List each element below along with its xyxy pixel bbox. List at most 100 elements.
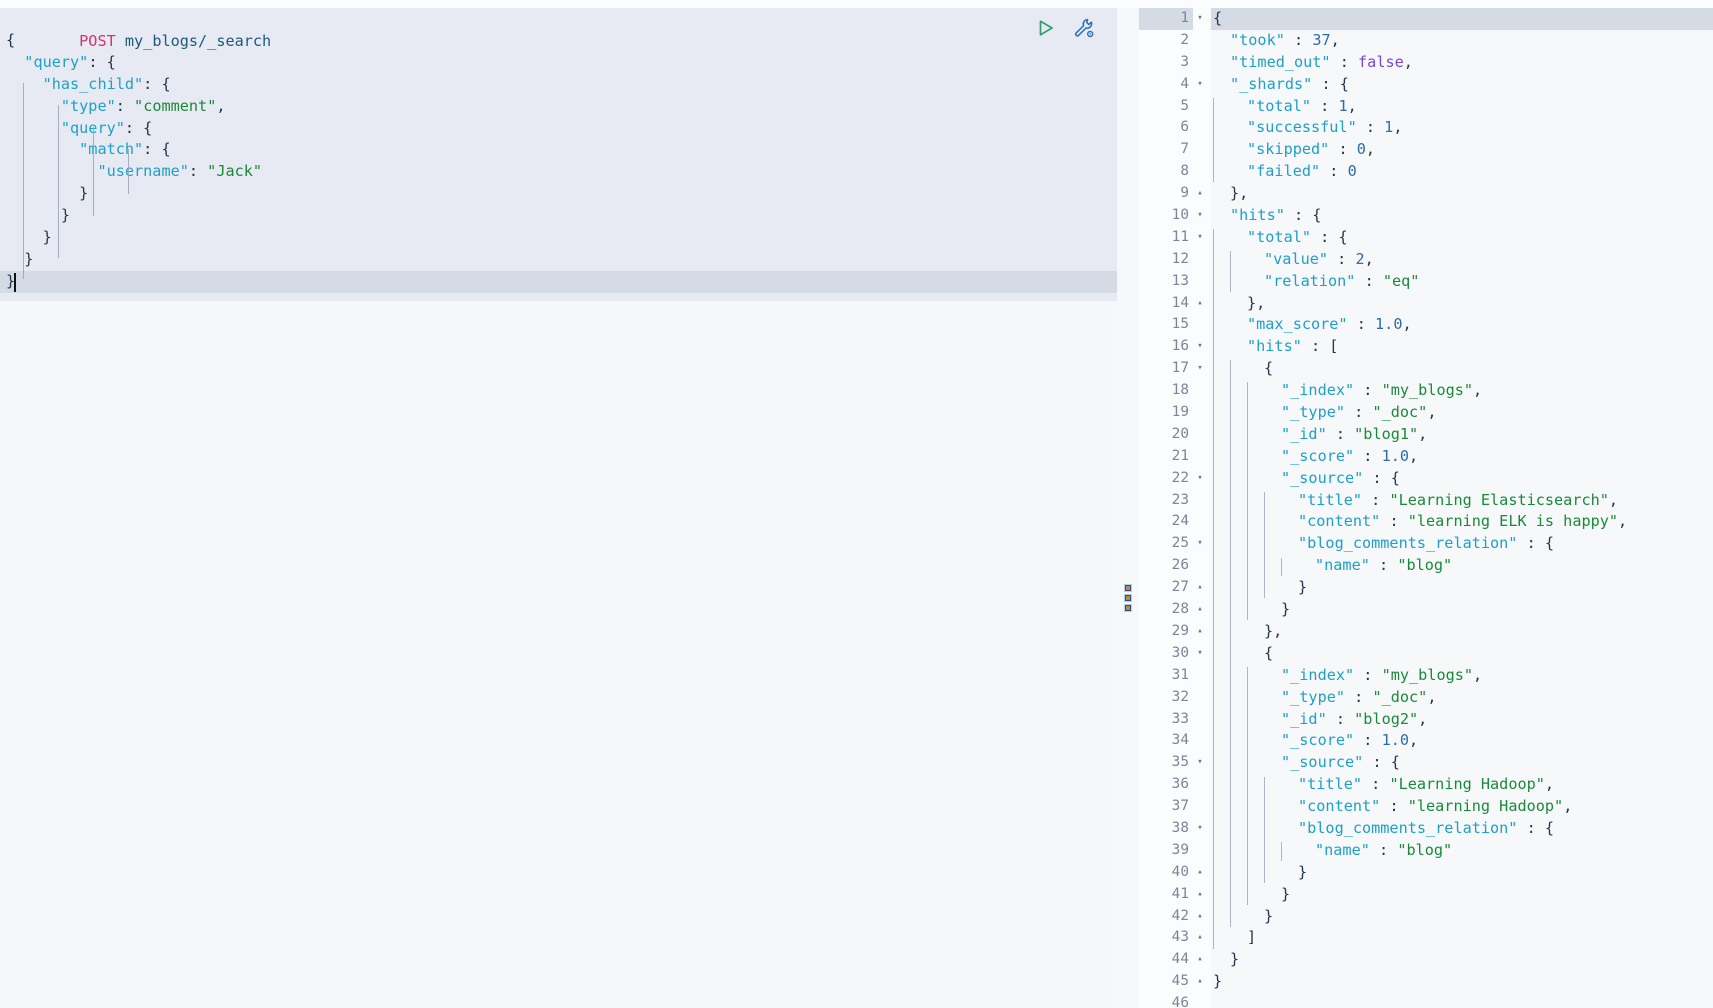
fold-close-icon[interactable]: ▴: [1194, 884, 1206, 906]
fold-close-icon[interactable]: ▴: [1194, 577, 1206, 599]
request-pane: POST my_blogs/_search { "query": { "has_…: [0, 8, 1117, 1008]
response-line[interactable]: 20 "_id" : "blog1",: [1139, 423, 1713, 446]
response-line[interactable]: 42 ▴}: [1139, 905, 1713, 928]
request-body-line[interactable]: "query": {: [0, 52, 1117, 74]
fold-open-icon[interactable]: ▾: [1194, 227, 1206, 249]
wrench-icon[interactable]: [1072, 16, 1096, 40]
request-body-line[interactable]: "has_child": {: [0, 74, 1117, 96]
fold-close-icon[interactable]: ▴: [1194, 862, 1206, 884]
line-number: 4 ▾: [1139, 73, 1203, 96]
fold-open-icon[interactable]: ▾: [1194, 205, 1206, 227]
response-line[interactable]: 9 ▴},: [1139, 183, 1713, 206]
response-line-text: },: [1247, 293, 1266, 312]
fold-close-icon[interactable]: ▴: [1194, 293, 1206, 315]
response-line[interactable]: 17 ▾ {: [1139, 358, 1713, 381]
fold-close-icon[interactable]: ▴: [1194, 599, 1206, 621]
response-line[interactable]: 3 "timed_out" : false,: [1139, 51, 1713, 74]
fold-open-icon[interactable]: ▾: [1194, 74, 1206, 96]
response-line[interactable]: 10 ▾ "hits" : {: [1139, 205, 1713, 227]
response-line[interactable]: 41 ▴}: [1139, 883, 1713, 906]
response-line[interactable]: 43 ▴]: [1139, 927, 1713, 950]
response-line[interactable]: 38 ▾ "blog_comments_relation" : {: [1139, 817, 1713, 840]
response-line[interactable]: 22 ▾ "_source" : {: [1139, 467, 1713, 490]
line-number: 11 ▾: [1139, 226, 1203, 249]
response-line[interactable]: 46: [1139, 993, 1713, 1008]
response-line[interactable]: 12 "value" : 2,: [1139, 248, 1713, 271]
response-line[interactable]: 27 ▴}: [1139, 577, 1713, 600]
response-line[interactable]: 44 ▴}: [1139, 949, 1713, 972]
response-line[interactable]: 45 ▴}: [1139, 971, 1713, 994]
response-line[interactable]: 40 ▴}: [1139, 861, 1713, 884]
line-number: 16 ▾: [1139, 336, 1203, 359]
response-line[interactable]: 15 "max_score" : 1.0,: [1139, 314, 1713, 337]
fold-open-icon[interactable]: ▾: [1194, 358, 1206, 380]
response-line[interactable]: 18 "_index" : "my_blogs",: [1139, 380, 1713, 403]
request-body-line[interactable]: "type": "comment",: [0, 96, 1117, 118]
request-body-line[interactable]: {: [0, 30, 1117, 52]
fold-open-icon[interactable]: ▾: [1194, 336, 1206, 358]
fold-open-icon[interactable]: ▾: [1194, 8, 1206, 30]
request-body-line-active[interactable]: }: [0, 270, 1117, 293]
response-line[interactable]: 2 "took" : 37,: [1139, 29, 1713, 52]
response-line[interactable]: 39 "name" : "blog": [1139, 839, 1713, 862]
response-line[interactable]: 19 "_type" : "_doc",: [1139, 402, 1713, 424]
response-pane[interactable]: 1 ▾ {2 "took" : 37, 3 "timed_out" : false, 4 ▾ "…: [1139, 8, 1713, 1008]
response-line[interactable]: 29 ▴},: [1139, 620, 1713, 643]
response-line[interactable]: 35 ▾ "_source" : {: [1139, 752, 1713, 775]
response-line[interactable]: 32 "_type" : "_doc",: [1139, 686, 1713, 709]
response-line[interactable]: 16 ▾ "hits" : [: [1139, 336, 1713, 359]
fold-close-icon[interactable]: ▴: [1194, 927, 1206, 949]
response-line-text: "title" : "Learning Hadoop",: [1298, 775, 1555, 794]
response-line[interactable]: 14 ▴},: [1139, 292, 1713, 315]
response-line[interactable]: 6 "successful" : 1,: [1139, 117, 1713, 140]
fold-open-icon[interactable]: ▾: [1194, 643, 1206, 665]
send-request-icon[interactable]: [1034, 16, 1058, 40]
fold-close-icon[interactable]: ▴: [1194, 906, 1206, 928]
response-line[interactable]: 26 "name" : "blog": [1139, 555, 1713, 578]
fold-close-icon[interactable]: ▴: [1194, 949, 1206, 971]
response-line[interactable]: 33 "_id" : "blog2",: [1139, 708, 1713, 731]
response-line[interactable]: 28 ▴}: [1139, 599, 1713, 621]
response-line[interactable]: 36 "title" : "Learning Hadoop",: [1139, 774, 1713, 797]
response-line-text: },: [1264, 621, 1283, 640]
response-line[interactable]: 4 ▾ "_shards" : {: [1139, 73, 1713, 96]
line-number: 8: [1139, 161, 1193, 184]
gutter-spacer: [1193, 270, 1211, 293]
response-line-active[interactable]: 1 ▾ {: [1139, 8, 1713, 30]
response-line[interactable]: 25 ▾ "blog_comments_relation" : {: [1139, 533, 1713, 556]
fold-open-icon[interactable]: ▾: [1194, 533, 1206, 555]
response-line[interactable]: 23 "title" : "Learning Elasticsearch",: [1139, 489, 1713, 512]
line-number: 38 ▾: [1139, 817, 1203, 840]
response-line[interactable]: 30 ▾ {: [1139, 642, 1713, 665]
response-line[interactable]: 37 "content" : "learning Hadoop",: [1139, 796, 1713, 818]
request-editor[interactable]: POST my_blogs/_search { "query": { "has_…: [0, 8, 1117, 301]
request-body-line[interactable]: }: [0, 205, 1117, 227]
request-method-line[interactable]: POST my_blogs/_search: [0, 8, 1117, 50]
request-body-line[interactable]: "username": "Jack": [0, 161, 1117, 183]
response-line-text: "_shards" : {: [1230, 74, 1349, 93]
response-line[interactable]: 7 "skipped" : 0,: [1139, 139, 1713, 162]
response-editor[interactable]: 1 ▾ {2 "took" : 37, 3 "timed_out" : false, 4 ▾ "…: [1139, 8, 1713, 1008]
request-body-line[interactable]: }: [0, 183, 1117, 205]
response-line[interactable]: 24 "content" : "learning ELK is happy",: [1139, 511, 1713, 534]
request-body-line[interactable]: }: [0, 227, 1117, 249]
response-line[interactable]: 11 ▾ "total" : {: [1139, 226, 1713, 249]
line-number: 13: [1139, 270, 1193, 293]
fold-open-icon[interactable]: ▾: [1194, 818, 1206, 840]
fold-close-icon[interactable]: ▴: [1194, 971, 1206, 993]
request-body-line[interactable]: "match": {: [0, 139, 1117, 161]
fold-close-icon[interactable]: ▴: [1194, 621, 1206, 643]
response-line[interactable]: 34 "_score" : 1.0,: [1139, 730, 1713, 753]
response-line[interactable]: 31 "_index" : "my_blogs",: [1139, 664, 1713, 687]
gutter-spacer: [1193, 139, 1211, 162]
request-body-line[interactable]: }: [0, 249, 1117, 271]
fold-close-icon[interactable]: ▴: [1194, 183, 1206, 205]
response-line[interactable]: 5 "total" : 1,: [1139, 95, 1713, 118]
response-line[interactable]: 13 "relation" : "eq": [1139, 270, 1713, 293]
request-body-line[interactable]: "query": {: [0, 118, 1117, 140]
fold-open-icon[interactable]: ▾: [1194, 752, 1206, 774]
fold-open-icon[interactable]: ▾: [1194, 468, 1206, 490]
response-line[interactable]: 21 "_score" : 1.0,: [1139, 445, 1713, 468]
response-line[interactable]: 8 "failed" : 0: [1139, 161, 1713, 184]
pane-resize-handle[interactable]: [1117, 8, 1139, 1008]
